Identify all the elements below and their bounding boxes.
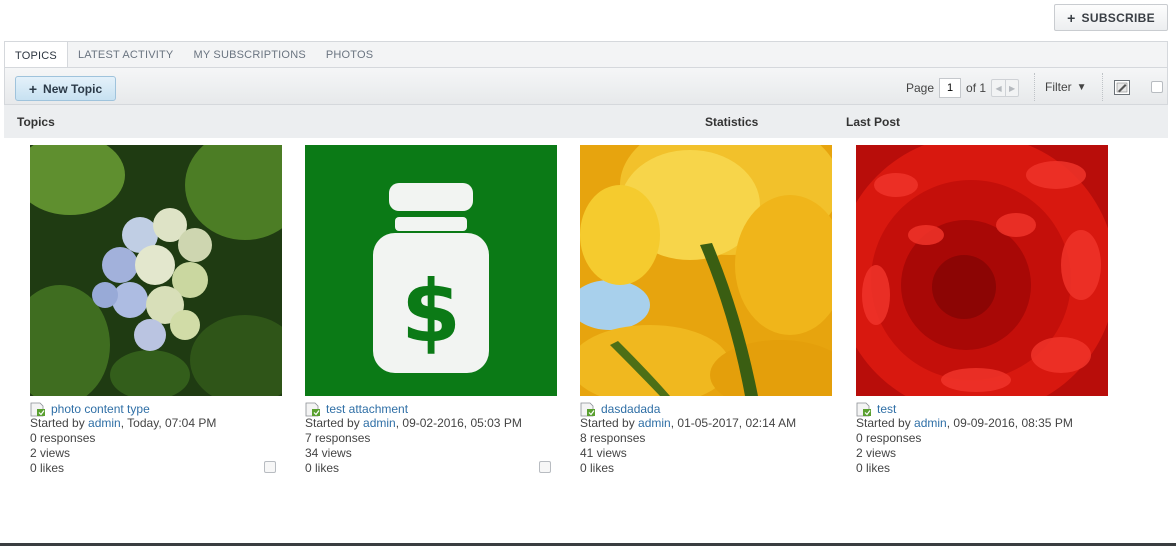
author-link[interactable]: admin xyxy=(88,416,121,430)
topic-card: dasdadada Started by admin, 01-05-2017, … xyxy=(580,145,832,476)
post-date: , 09-02-2016, 05:03 PM xyxy=(395,416,522,430)
column-last-post[interactable]: Last Post xyxy=(846,115,900,129)
views-count: 2 views xyxy=(856,446,897,460)
post-date: , 01-05-2017, 02:14 AM xyxy=(670,416,797,430)
views-count: 2 views xyxy=(30,446,71,460)
topic-document-icon xyxy=(305,402,320,416)
author-link[interactable]: admin xyxy=(363,416,396,430)
topic-title-row: photo content type xyxy=(30,402,282,416)
page-label: Page xyxy=(906,81,935,95)
column-header: Topics Statistics Last Post xyxy=(4,105,1168,138)
views-count: 34 views xyxy=(305,446,352,460)
new-topic-button[interactable]: + New Topic xyxy=(15,76,116,101)
subscribe-label: SUBSCRIBE xyxy=(1081,10,1155,25)
topic-document-icon xyxy=(856,402,871,416)
divider xyxy=(1034,73,1035,101)
started-by-label: Started by xyxy=(305,416,360,430)
post-date: , Today, 07:04 PM xyxy=(120,416,217,430)
author-link[interactable]: admin xyxy=(638,416,671,430)
column-topics[interactable]: Topics xyxy=(17,115,55,129)
started-by-label: Started by xyxy=(856,416,911,430)
page-number-input[interactable] xyxy=(939,78,962,98)
hydrangea-photo[interactable] xyxy=(30,145,282,396)
page-nav: ◀ ▶ xyxy=(991,79,1020,97)
topic-title-row: dasdadada xyxy=(580,402,832,416)
filter-label: Filter xyxy=(1045,80,1072,94)
topic-title-link[interactable]: dasdadada xyxy=(601,402,660,416)
caret-down-icon: ▼ xyxy=(1076,81,1087,93)
topic-select-checkbox[interactable] xyxy=(539,461,551,473)
started-by-line: Started by admin, 09-09-2016, 08:35 PM xyxy=(856,416,1108,431)
filter-button[interactable]: Filter ▼ xyxy=(1045,77,1087,97)
topic-document-icon xyxy=(30,402,45,416)
likes-count: 0 likes xyxy=(305,461,340,475)
topic-title-link[interactable]: test xyxy=(877,402,896,416)
subscribe-button[interactable]: + SUBSCRIBE xyxy=(1054,4,1168,31)
pagination: Page of 1 ◀ ▶ xyxy=(906,77,1020,99)
plus-icon: + xyxy=(1067,9,1076,26)
new-topic-label: New Topic xyxy=(43,81,103,96)
likes-count: 0 likes xyxy=(856,461,891,475)
tab-my-subscriptions[interactable]: MY SUBSCRIPTIONS xyxy=(183,42,315,68)
next-page-icon[interactable]: ▶ xyxy=(1005,80,1018,96)
money-jar-icon[interactable]: $ xyxy=(305,145,557,396)
topic-title-link[interactable]: photo content type xyxy=(51,402,150,416)
likes-count: 0 likes xyxy=(30,461,65,475)
divider xyxy=(1102,73,1103,101)
started-by-label: Started by xyxy=(580,416,635,430)
yellow-tulips-photo[interactable] xyxy=(580,145,832,396)
page-count: of 1 xyxy=(966,81,987,95)
svg-text:$: $ xyxy=(401,262,461,362)
red-chrysanthemum-photo[interactable] xyxy=(856,145,1108,396)
topic-card: test Started by admin, 09-09-2016, 08:35… xyxy=(856,145,1108,476)
select-all-checkbox[interactable] xyxy=(1151,81,1163,93)
tab-bar: TOPICS LATEST ACTIVITY MY SUBSCRIPTIONS … xyxy=(4,41,1168,70)
topic-card: $ test attachment Started by admin, 09-0… xyxy=(305,145,557,476)
tab-latest-activity[interactable]: LATEST ACTIVITY xyxy=(68,42,184,68)
responses-count: 8 responses xyxy=(580,431,646,445)
toolbar: + New Topic Page of 1 ◀ ▶ Filter ▼ xyxy=(4,67,1168,105)
post-date: , 09-09-2016, 08:35 PM xyxy=(946,416,1073,430)
responses-count: 0 responses xyxy=(30,431,96,445)
responses-count: 7 responses xyxy=(305,431,371,445)
started-by-label: Started by xyxy=(30,416,85,430)
author-link[interactable]: admin xyxy=(914,416,947,430)
tab-photos[interactable]: PHOTOS xyxy=(316,42,383,68)
started-by-line: Started by admin, Today, 07:04 PM xyxy=(30,416,282,431)
topic-card: photo content type Started by admin, Tod… xyxy=(30,145,282,476)
topic-document-icon xyxy=(580,402,595,416)
responses-count: 0 responses xyxy=(856,431,922,445)
likes-count: 0 likes xyxy=(580,461,615,475)
tab-topics[interactable]: TOPICS xyxy=(5,42,68,70)
plus-icon: + xyxy=(28,80,38,97)
views-count: 41 views xyxy=(580,446,627,460)
topic-title-row: test attachment xyxy=(305,402,557,416)
started-by-line: Started by admin, 01-05-2017, 02:14 AM xyxy=(580,416,832,431)
started-by-line: Started by admin, 09-02-2016, 05:03 PM xyxy=(305,416,557,431)
topic-title-link[interactable]: test attachment xyxy=(326,402,408,416)
topic-title-row: test xyxy=(856,402,1108,416)
column-statistics[interactable]: Statistics xyxy=(705,115,758,129)
topic-select-checkbox[interactable] xyxy=(264,461,276,473)
edit-mode-icon[interactable] xyxy=(1114,80,1130,95)
prev-page-icon[interactable]: ◀ xyxy=(992,80,1005,96)
